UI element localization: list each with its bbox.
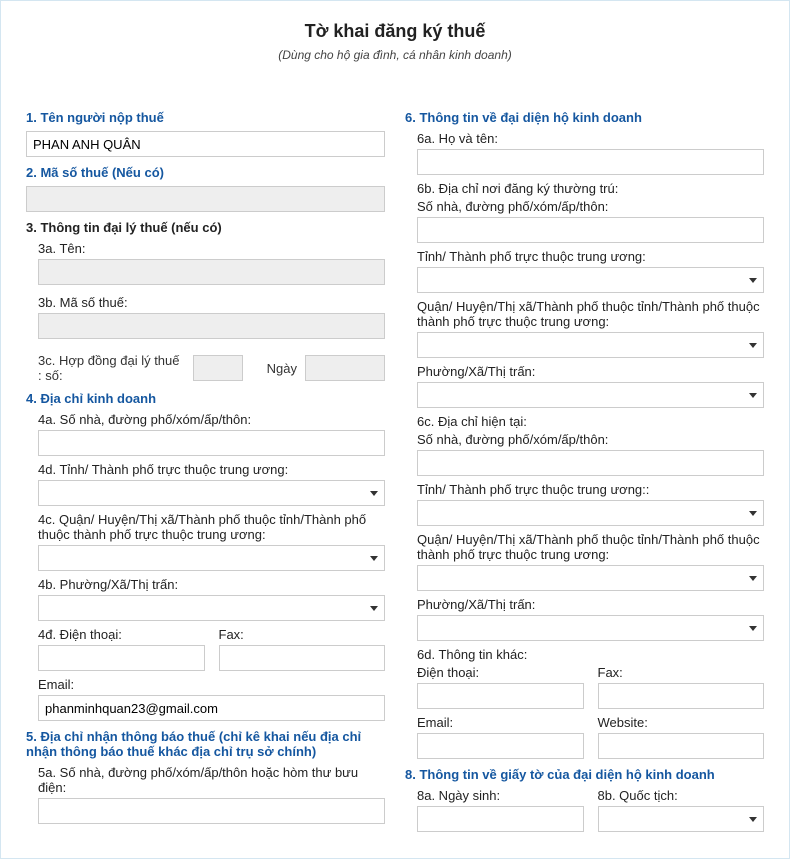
contract-date-input [305, 355, 385, 381]
birthdate-input[interactable] [417, 806, 584, 832]
rep-website-input[interactable] [598, 733, 765, 759]
label-5a: 5a. Số nhà, đường phố/xóm/ấp/thôn hoặc h… [38, 765, 385, 795]
rep-name-input[interactable] [417, 149, 764, 175]
agent-name-input [38, 259, 385, 285]
section-8-heading: 8. Thông tin về giấy tờ của đại diện hộ … [405, 767, 764, 782]
section-2-heading: 2. Mã số thuế (Nếu có) [26, 165, 385, 180]
section-4-heading: 4. Địa chỉ kinh doanh [26, 391, 385, 406]
rep-email-input[interactable] [417, 733, 584, 759]
tax-code-input [26, 186, 385, 212]
section-5-heading: 5. Địa chỉ nhận thông báo thuế (chỉ kê k… [26, 729, 385, 759]
label-3b: 3b. Mã số thuế: [38, 295, 385, 310]
form-title: Tờ khai đăng ký thuế [26, 21, 764, 42]
label-6b-dist: Quận/ Huyện/Thị xã/Thành phố thuộc tỉnh/… [417, 299, 764, 329]
form-container: Tờ khai đăng ký thuế (Dùng cho hộ gia đì… [0, 0, 790, 859]
rep-phone-input[interactable] [417, 683, 584, 709]
label-3a: 3a. Tên: [38, 241, 385, 256]
label-6c-prov: Tỉnh/ Thành phố trực thuộc trung ương:: [417, 482, 764, 497]
label-6c-ward: Phường/Xã/Thị trấn: [417, 597, 764, 612]
label-6b-addr: Số nhà, đường phố/xóm/ấp/thôn: [417, 199, 764, 214]
curr-province-select[interactable] [417, 500, 764, 526]
perm-province-select[interactable] [417, 267, 764, 293]
perm-address-input[interactable] [417, 217, 764, 243]
label-6c: 6c. Địa chỉ hiện tại: [417, 414, 764, 429]
label-6b: 6b. Địa chỉ nơi đăng ký thường trú: [417, 181, 764, 196]
section-6-heading: 6. Thông tin về đại diện hộ kinh doanh [405, 110, 764, 125]
biz-email-input[interactable] [38, 695, 385, 721]
label-4email: Email: [38, 677, 385, 692]
label-4fax: Fax: [219, 627, 386, 642]
label-4b: 4b. Phường/Xã/Thị trấn: [38, 577, 385, 592]
label-4c: 4c. Quận/ Huyện/Thị xã/Thành phố thuộc t… [38, 512, 385, 542]
biz-district-select[interactable] [38, 545, 385, 571]
label-6c-dist: Quận/ Huyện/Thị xã/Thành phố thuộc tỉnh/… [417, 532, 764, 562]
nationality-select[interactable] [598, 806, 765, 832]
left-column: 1. Tên người nộp thuế 2. Mã số thuế (Nếu… [26, 102, 385, 838]
label-8a: 8a. Ngày sinh: [417, 788, 584, 803]
curr-district-select[interactable] [417, 565, 764, 591]
curr-address-input[interactable] [417, 450, 764, 476]
biz-ward-select[interactable] [38, 595, 385, 621]
curr-ward-select[interactable] [417, 615, 764, 641]
form-subtitle: (Dùng cho hộ gia đình, cá nhân kinh doan… [26, 48, 764, 62]
section-1-heading: 1. Tên người nộp thuế [26, 110, 385, 125]
perm-ward-select[interactable] [417, 382, 764, 408]
biz-fax-input[interactable] [219, 645, 386, 671]
perm-district-select[interactable] [417, 332, 764, 358]
biz-province-select[interactable] [38, 480, 385, 506]
contract-number-input [193, 355, 243, 381]
notice-address-input[interactable] [38, 798, 385, 824]
label-6d-fax: Fax: [598, 665, 765, 680]
label-6a: 6a. Họ và tên: [417, 131, 764, 146]
label-6d-phone: Điện thoại: [417, 665, 584, 680]
label-3c-pre: 3c. Hợp đồng đại lý thuế : số: [38, 353, 185, 383]
label-6c-addr: Số nhà, đường phố/xóm/ấp/thôn: [417, 432, 764, 447]
biz-address-input[interactable] [38, 430, 385, 456]
label-6d-email: Email: [417, 715, 584, 730]
rep-fax-input[interactable] [598, 683, 765, 709]
taxpayer-name-input[interactable] [26, 131, 385, 157]
section-3-heading: 3. Thông tin đại lý thuế (nếu có) [26, 220, 385, 235]
label-6b-ward: Phường/Xã/Thị trấn: [417, 364, 764, 379]
label-4dd: 4đ. Điện thoại: [38, 627, 205, 642]
label-3c-date: Ngày [267, 361, 297, 376]
label-6b-prov: Tỉnh/ Thành phố trực thuộc trung ương: [417, 249, 764, 264]
label-6d: 6d. Thông tin khác: [417, 647, 764, 662]
label-4d: 4d. Tỉnh/ Thành phố trực thuộc trung ươn… [38, 462, 385, 477]
label-4a: 4a. Số nhà, đường phố/xóm/ấp/thôn: [38, 412, 385, 427]
right-column: 6. Thông tin về đại diện hộ kinh doanh 6… [405, 102, 764, 838]
agent-taxcode-input [38, 313, 385, 339]
label-6d-web: Website: [598, 715, 765, 730]
form-header: Tờ khai đăng ký thuế (Dùng cho hộ gia đì… [26, 21, 764, 62]
biz-phone-input[interactable] [38, 645, 205, 671]
label-8b: 8b. Quốc tịch: [598, 788, 765, 803]
form-columns: 1. Tên người nộp thuế 2. Mã số thuế (Nếu… [26, 102, 764, 838]
